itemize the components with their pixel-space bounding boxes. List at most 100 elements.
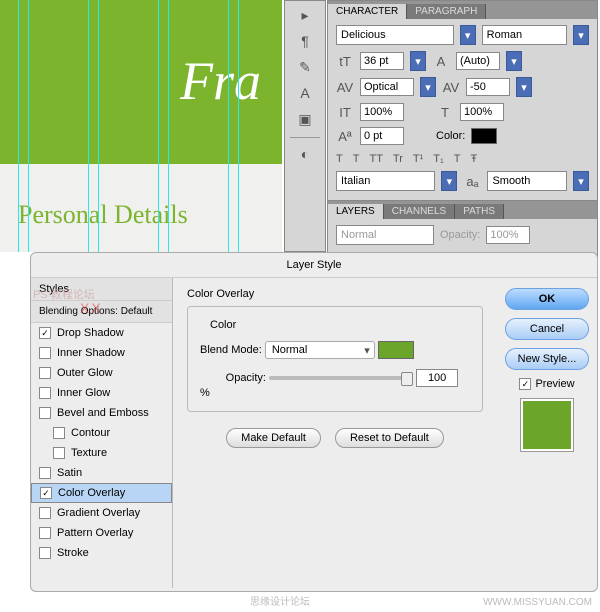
- tracking-input[interactable]: -50: [466, 78, 510, 96]
- opacity-label: Opacity:: [440, 229, 480, 241]
- leading-input[interactable]: (Auto): [456, 52, 500, 70]
- guide-line: [168, 0, 169, 252]
- effect-label: Texture: [71, 447, 107, 459]
- guide-line: [28, 0, 29, 252]
- vscale-input[interactable]: 100%: [360, 103, 404, 121]
- document-canvas: Fra Personal Details: [0, 0, 282, 252]
- chevron-down-icon[interactable]: ▾: [573, 171, 589, 191]
- baseline-icon: Aª: [336, 129, 354, 144]
- footer-url: WWW.MISSYUAN.COM: [483, 597, 592, 608]
- language-select[interactable]: Italian: [336, 171, 435, 191]
- effect-checkbox[interactable]: [39, 527, 51, 539]
- effect-label: Stroke: [57, 547, 89, 559]
- section-heading: Personal Details: [18, 200, 188, 230]
- subscript-button[interactable]: T₁: [433, 153, 443, 165]
- allcaps-button[interactable]: TT: [369, 153, 382, 165]
- superscript-button[interactable]: T¹: [413, 153, 423, 165]
- effect-checkbox[interactable]: [39, 327, 51, 339]
- new-style-button[interactable]: New Style...: [505, 348, 589, 370]
- make-default-button[interactable]: Make Default: [226, 428, 321, 448]
- baseline-input[interactable]: 0 pt: [360, 127, 404, 145]
- tab-channels[interactable]: CHANNELS: [384, 204, 455, 219]
- effect-checkbox[interactable]: [39, 467, 51, 479]
- effect-label: Color Overlay: [58, 487, 125, 499]
- text-icon[interactable]: A: [295, 85, 315, 103]
- effect-item-outer-glow[interactable]: Outer Glow: [31, 363, 172, 383]
- watermark-x: XX: [80, 300, 103, 316]
- font-size-input[interactable]: 36 pt: [360, 52, 404, 70]
- effect-item-satin[interactable]: Satin: [31, 463, 172, 483]
- effect-checkbox[interactable]: [53, 447, 65, 459]
- underline-button[interactable]: T: [454, 153, 461, 165]
- ok-button[interactable]: OK: [505, 288, 589, 310]
- layer-opacity-input[interactable]: 100%: [486, 226, 530, 244]
- tab-layers[interactable]: LAYERS: [328, 204, 384, 219]
- opacity-input[interactable]: 100: [416, 369, 458, 387]
- hscale-icon: T: [436, 105, 454, 120]
- guide-line: [18, 0, 19, 252]
- font-family-select[interactable]: Delicious: [336, 25, 454, 45]
- stamp-icon[interactable]: ▣: [295, 111, 315, 129]
- effect-item-bevel-and-emboss[interactable]: Bevel and Emboss: [31, 403, 172, 423]
- brush-icon[interactable]: ✎: [295, 59, 315, 77]
- tab-paths[interactable]: PATHS: [455, 204, 504, 219]
- antialias-select[interactable]: Smooth: [487, 171, 567, 191]
- cancel-button[interactable]: Cancel: [505, 318, 589, 340]
- hscale-input[interactable]: 100%: [460, 103, 504, 121]
- smallcaps-button[interactable]: Tr: [393, 153, 403, 165]
- kerning-icon: AV: [336, 80, 354, 95]
- chevron-down-icon[interactable]: ▾: [460, 25, 476, 45]
- chevron-down-icon[interactable]: ▾: [506, 51, 522, 71]
- preview-checkbox[interactable]: [519, 378, 531, 390]
- opacity-slider[interactable]: [269, 376, 409, 380]
- effect-label: Inner Shadow: [57, 347, 125, 359]
- chevron-down-icon[interactable]: ▾: [573, 25, 589, 45]
- effect-item-texture[interactable]: Texture: [31, 443, 172, 463]
- kerning-input[interactable]: Optical: [360, 78, 414, 96]
- effect-checkbox[interactable]: [39, 387, 51, 399]
- effect-item-inner-glow[interactable]: Inner Glow: [31, 383, 172, 403]
- effect-checkbox[interactable]: [39, 547, 51, 559]
- effect-item-gradient-overlay[interactable]: Gradient Overlay: [31, 503, 172, 523]
- layer-blend-select[interactable]: Normal: [336, 225, 434, 245]
- font-size-icon: tT: [336, 54, 354, 69]
- tab-paragraph[interactable]: PARAGRAPH: [407, 4, 486, 19]
- chevron-down-icon[interactable]: ▾: [516, 77, 532, 97]
- effect-checkbox[interactable]: [40, 487, 52, 499]
- effect-checkbox[interactable]: [39, 507, 51, 519]
- effect-checkbox[interactable]: [39, 367, 51, 379]
- overlay-color-swatch[interactable]: [378, 341, 414, 359]
- effect-checkbox[interactable]: [39, 347, 51, 359]
- effect-label: Contour: [71, 427, 110, 439]
- effect-label: Satin: [57, 467, 82, 479]
- effect-item-stroke[interactable]: Stroke: [31, 543, 172, 563]
- layer-style-dialog: Layer Style Styles Blending Options: Def…: [30, 252, 598, 592]
- chevron-down-icon[interactable]: ▾: [441, 171, 457, 191]
- effect-item-contour[interactable]: Contour: [31, 423, 172, 443]
- tab-character[interactable]: CHARACTER: [328, 4, 407, 19]
- footer-cn: 思缘设计论坛: [250, 593, 310, 608]
- effect-item-inner-shadow[interactable]: Inner Shadow: [31, 343, 172, 363]
- faux-bold-button[interactable]: T: [336, 153, 343, 165]
- strikethrough-button[interactable]: Ŧ: [470, 153, 477, 165]
- font-style-select[interactable]: Roman: [482, 25, 567, 45]
- faux-italic-button[interactable]: T: [353, 153, 360, 165]
- effect-item-color-overlay[interactable]: Color Overlay: [31, 483, 172, 503]
- effect-item-drop-shadow[interactable]: Drop Shadow: [31, 323, 172, 343]
- effect-checkbox[interactable]: [53, 427, 65, 439]
- arrow-icon[interactable]: ▸: [295, 7, 315, 25]
- swatch-icon[interactable]: ◐: [295, 146, 315, 164]
- chevron-down-icon[interactable]: ▾: [410, 51, 426, 71]
- color-swatch[interactable]: [471, 128, 497, 144]
- type-style-buttons: T T TT Tr T¹ T₁ T Ŧ: [336, 153, 589, 165]
- effect-label: Inner Glow: [57, 387, 110, 399]
- chevron-down-icon[interactable]: ▾: [420, 77, 436, 97]
- effect-checkbox[interactable]: [39, 407, 51, 419]
- effect-label: Outer Glow: [57, 367, 113, 379]
- leading-icon: A: [432, 54, 450, 69]
- paragraph-icon[interactable]: ¶: [295, 33, 315, 51]
- vscale-icon: IT: [336, 105, 354, 120]
- blend-mode-select[interactable]: Normal: [265, 341, 375, 359]
- effect-item-pattern-overlay[interactable]: Pattern Overlay: [31, 523, 172, 543]
- reset-default-button[interactable]: Reset to Default: [335, 428, 444, 448]
